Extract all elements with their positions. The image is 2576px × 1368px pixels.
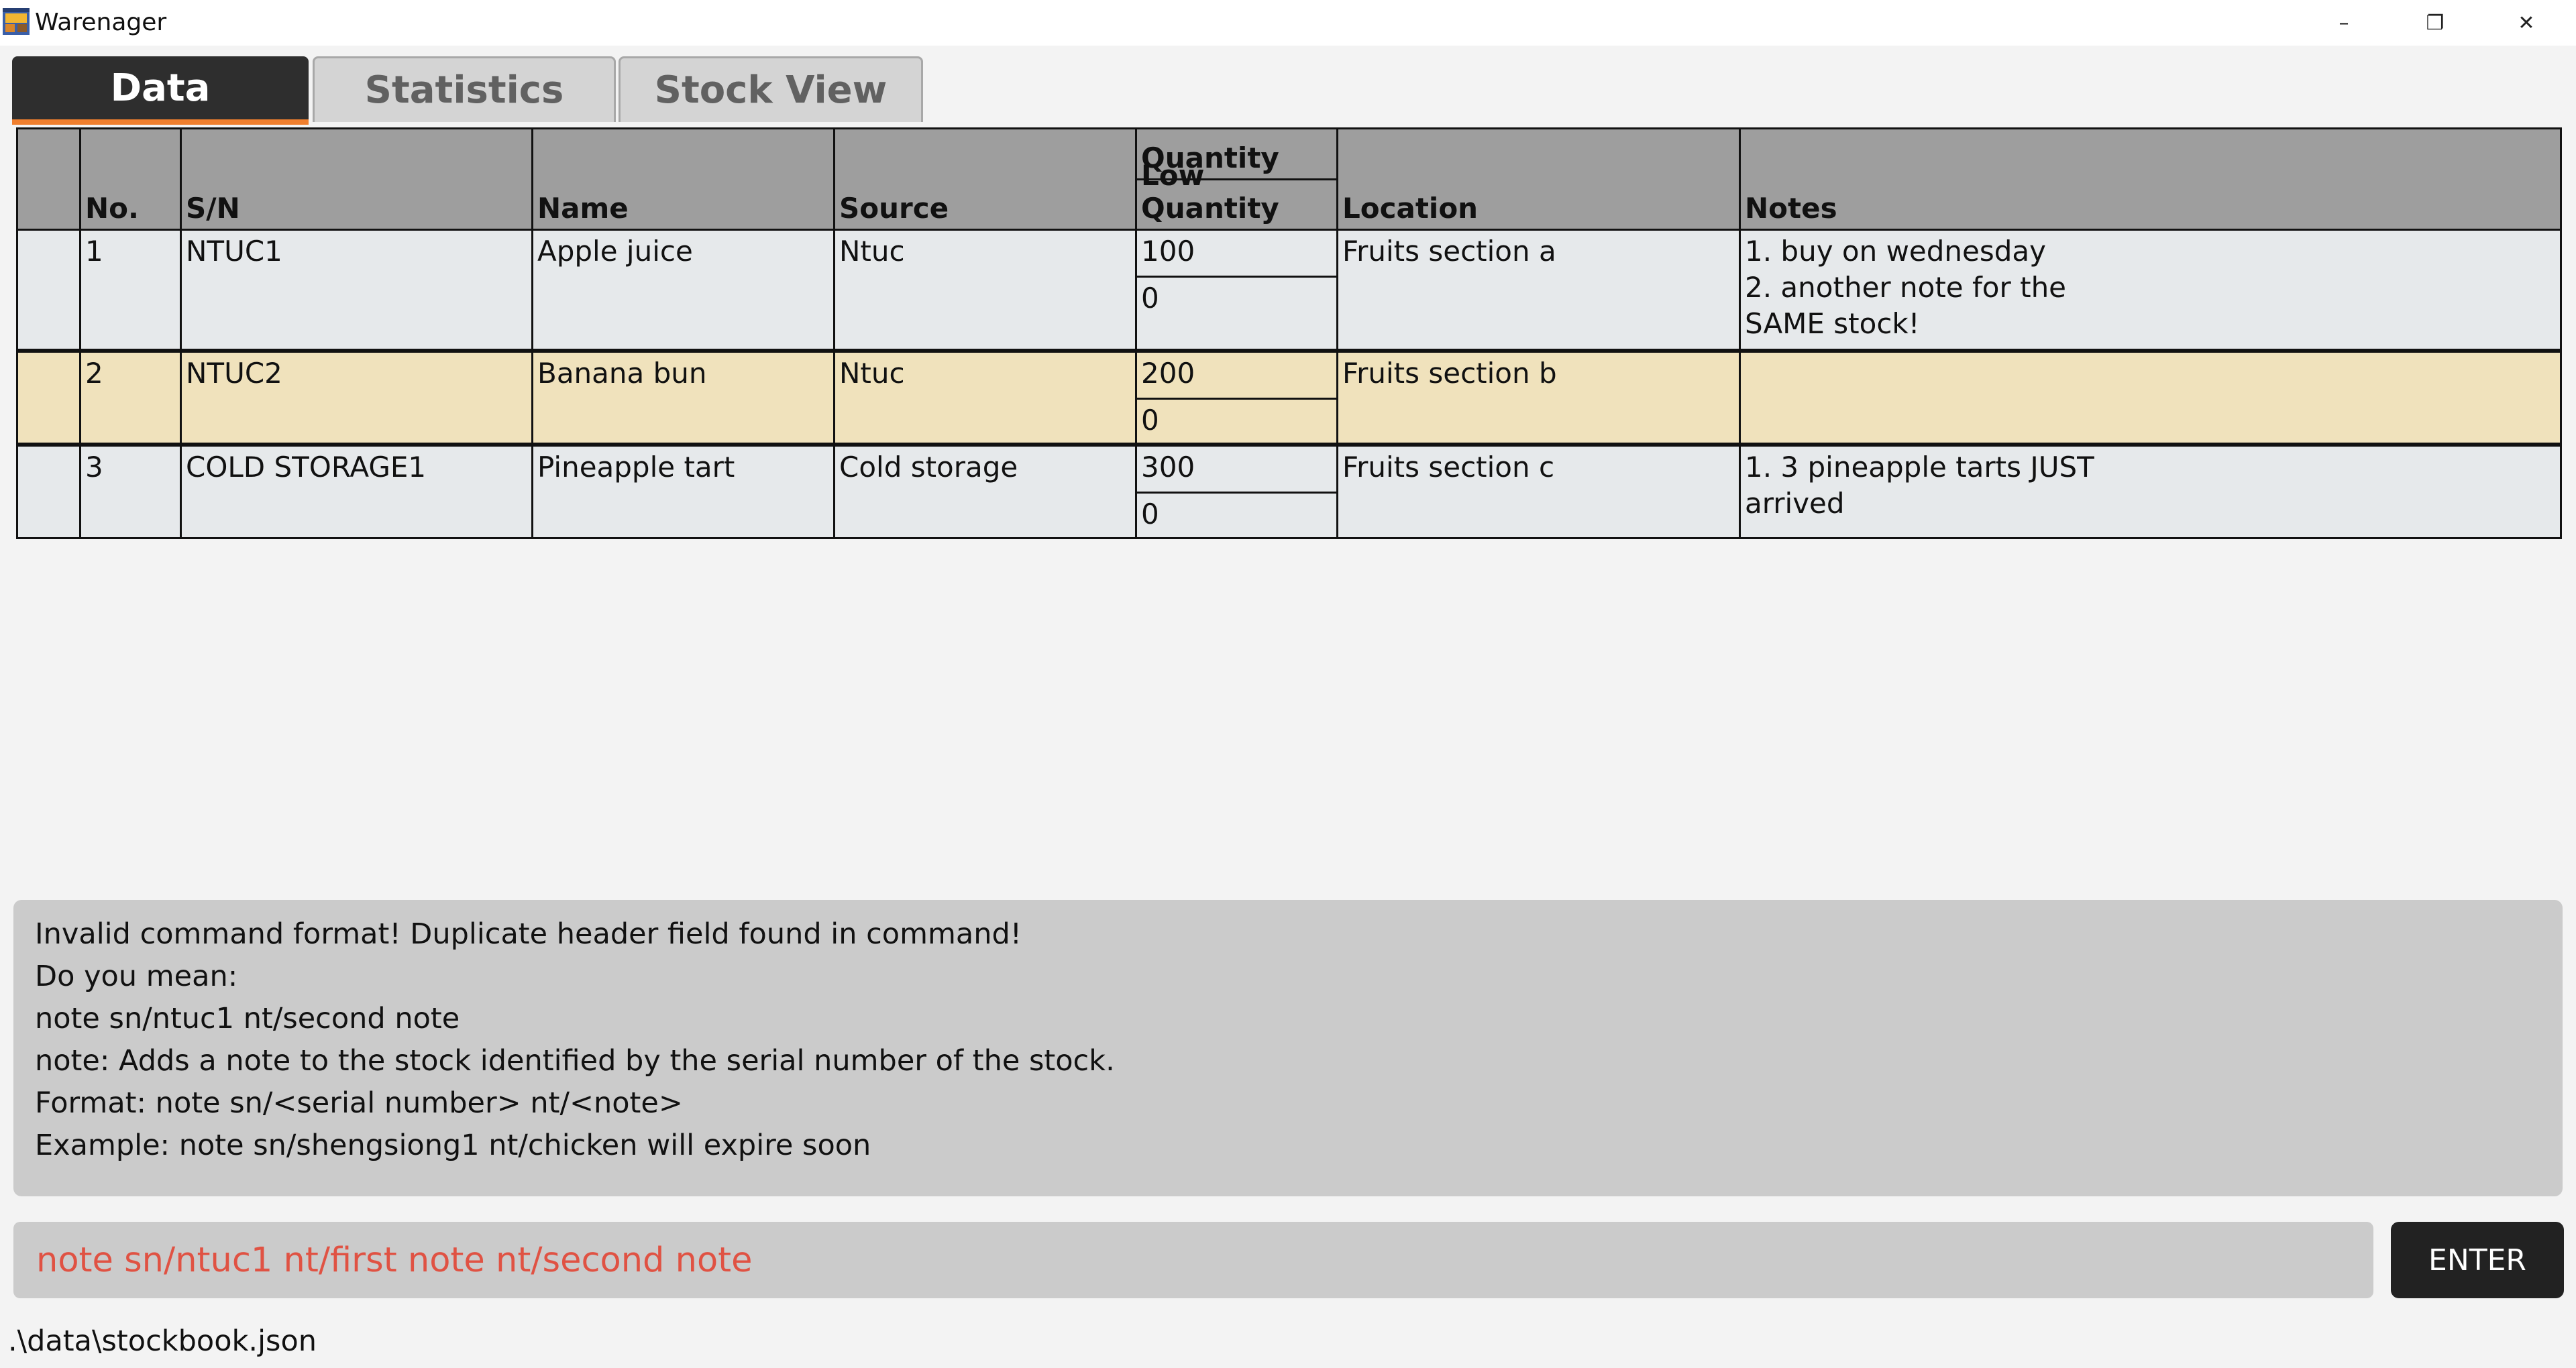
enter-button[interactable]: ENTER — [2391, 1222, 2564, 1298]
cell-sn: NTUC2 — [180, 348, 533, 447]
table-header-row: No. S/N Name Source Quantity Low Quantit… — [16, 127, 2562, 231]
result-display[interactable]: Invalid command format! Duplicate header… — [13, 900, 2563, 1196]
cell-notes: 1. 3 pineapple tarts JUST arrived — [1739, 443, 2562, 539]
result-line: Invalid command format! Duplicate header… — [35, 917, 1022, 951]
title-bar: Warenager – ❐ ✕ — [0, 0, 2576, 46]
cell-source: Cold storage — [833, 443, 1137, 539]
header-low-quantity[interactable]: Low Quantity — [1137, 159, 1336, 229]
cell-source: Ntuc — [833, 229, 1137, 351]
cell-notes — [1739, 348, 2562, 447]
result-line: Format: note sn/<serial number> nt/<note… — [35, 1086, 683, 1120]
header-name[interactable]: Name — [531, 127, 835, 231]
cell-quantity: 300 — [1137, 447, 1336, 494]
header-index-col — [16, 127, 81, 231]
header-notes[interactable]: Notes — [1739, 127, 2562, 231]
restore-button[interactable]: ❐ — [2390, 0, 2481, 46]
row-index-cell — [16, 229, 81, 351]
note-line: 2. another note for the — [1745, 271, 2067, 304]
window-title: Warenager — [35, 9, 167, 36]
command-input[interactable] — [13, 1222, 2373, 1298]
tab-label: Data — [110, 66, 211, 110]
cell-location: Fruits section a — [1336, 229, 1741, 351]
cell-location: Fruits section b — [1336, 348, 1741, 447]
cell-source: Ntuc — [833, 348, 1137, 447]
cell-no: 2 — [79, 348, 182, 447]
row-index-cell — [16, 443, 81, 539]
table-row[interactable]: 1 NTUC1 Apple juice Ntuc 100 0 Fruits se… — [16, 229, 2562, 351]
cell-name: Apple juice — [531, 229, 835, 351]
minimize-button[interactable]: – — [2298, 0, 2390, 46]
header-location[interactable]: Location — [1336, 127, 1741, 231]
stock-table: No. S/N Name Source Quantity Low Quantit… — [16, 127, 2562, 539]
cell-sn: COLD STORAGE1 — [180, 443, 533, 539]
header-no[interactable]: No. — [79, 127, 182, 231]
result-line: Example: note sn/shengsiong1 nt/chicken … — [35, 1129, 871, 1162]
result-line: note sn/ntuc1 nt/second note — [35, 1002, 460, 1035]
cell-location: Fruits section c — [1336, 443, 1741, 539]
tab-label: Statistics — [364, 68, 564, 112]
cell-sn: NTUC1 — [180, 229, 533, 351]
restore-icon: ❐ — [2426, 11, 2445, 35]
cell-name: Banana bun — [531, 348, 835, 447]
note-line: SAME stock! — [1745, 307, 1920, 340]
note-line: 1. buy on wednesday — [1745, 235, 2047, 268]
result-line: Do you mean: — [35, 960, 238, 993]
result-line: note: Adds a note to the stock identifie… — [35, 1044, 1115, 1078]
cell-quantity-group: 300 0 — [1135, 443, 1338, 539]
cell-quantity-group: 100 0 — [1135, 229, 1338, 351]
status-bar-file-path: .\data\stockbook.json — [8, 1324, 317, 1358]
table-row[interactable]: 3 COLD STORAGE1 Pineapple tart Cold stor… — [16, 443, 2562, 539]
cell-quantity-group: 200 0 — [1135, 348, 1338, 447]
note-line: 1. 3 pineapple tarts JUST — [1745, 450, 2094, 483]
cell-no: 1 — [79, 229, 182, 351]
header-source[interactable]: Source — [833, 127, 1137, 231]
note-line: arrived — [1745, 486, 1845, 520]
cell-low-quantity: 0 — [1141, 282, 1159, 315]
cell-quantity: 100 — [1137, 231, 1336, 278]
tab-statistics[interactable]: Statistics — [313, 56, 616, 122]
cell-quantity: 200 — [1137, 353, 1336, 400]
cell-low-quantity: 0 — [1141, 403, 1159, 437]
cell-low-quantity: 0 — [1141, 497, 1159, 530]
table-row-selected[interactable]: 2 NTUC2 Banana bun Ntuc 200 0 Fruits sec… — [16, 348, 2562, 447]
tab-data[interactable]: Data — [12, 56, 309, 125]
header-quantity-group: Quantity Low Quantity — [1135, 127, 1338, 231]
tab-stock-view[interactable]: Stock View — [619, 56, 923, 122]
cell-notes: 1. buy on wednesday 2. another note for … — [1739, 229, 2562, 351]
header-sn[interactable]: S/N — [180, 127, 533, 231]
tab-label: Stock View — [654, 68, 888, 112]
cell-no: 3 — [79, 443, 182, 539]
close-icon: ✕ — [2518, 11, 2535, 35]
close-button[interactable]: ✕ — [2481, 0, 2572, 46]
row-index-cell — [16, 348, 81, 447]
minimize-icon: – — [2339, 11, 2349, 35]
cell-name: Pineapple tart — [531, 443, 835, 539]
app-icon — [3, 8, 30, 35]
